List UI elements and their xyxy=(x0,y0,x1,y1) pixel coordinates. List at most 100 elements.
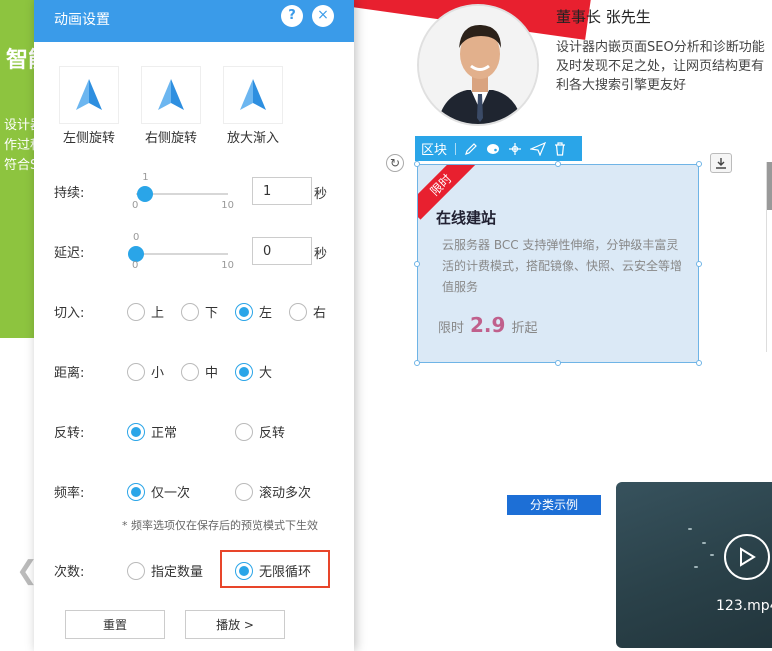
radio-circle xyxy=(181,362,199,381)
radio-label: 仅一次 xyxy=(151,486,191,501)
resize-handle[interactable] xyxy=(414,261,420,267)
radio-circle xyxy=(181,302,199,321)
duration-slider[interactable]: 1 0 10 xyxy=(132,172,234,216)
resize-handle[interactable] xyxy=(555,161,561,167)
effect-rotate-left[interactable]: 左侧旋转 xyxy=(54,66,124,146)
radio-label: 滚动多次 xyxy=(259,486,312,501)
adjacent-card-edge xyxy=(766,162,772,352)
video-filename: 123.mp4 xyxy=(716,598,772,614)
slider-min: 0 xyxy=(132,260,139,271)
panel-title: 动画设置 xyxy=(54,12,110,28)
radio-label: 下 xyxy=(205,306,219,321)
distance-option-small[interactable]: 小 xyxy=(127,362,164,381)
product-card[interactable]: 限时 在线建站 云服务器 BCC 支持弹性伸缩，分钟级丰富灵活的计费模式，搭配镜… xyxy=(417,164,699,363)
water-speck xyxy=(710,554,714,556)
banner-text: 设计器 作过程 符合S xyxy=(4,116,36,176)
effect-zoom-fade-in[interactable]: 放大渐入 xyxy=(218,66,288,146)
radio-label: 正常 xyxy=(151,426,178,441)
frequency-option-multiple[interactable]: 滚动多次 xyxy=(235,482,311,501)
duration-unit: 秒 xyxy=(314,187,328,202)
rotate-icon[interactable]: ↻ xyxy=(386,154,404,172)
palette-icon[interactable] xyxy=(486,142,500,156)
duration-input[interactable] xyxy=(252,177,312,205)
ceo-title: 董事长 张先生 xyxy=(556,8,651,26)
slider-track xyxy=(136,253,228,255)
green-banner: 智能 设计器 作过程 符合S xyxy=(0,0,36,338)
entry-option-left[interactable]: 左 xyxy=(235,302,272,321)
category-example-button[interactable]: 分类示例 xyxy=(507,495,601,515)
resize-handle[interactable] xyxy=(696,261,702,267)
reverse-label: 反转: xyxy=(54,426,85,441)
water-speck xyxy=(694,566,698,568)
entry-option-bottom[interactable]: 下 xyxy=(181,302,218,321)
entry-option-top[interactable]: 上 xyxy=(127,302,164,321)
delay-input[interactable] xyxy=(252,237,312,265)
panel-header: 动画设置 ? × xyxy=(34,0,354,42)
radio-circle xyxy=(235,482,253,501)
radio-circle xyxy=(127,362,145,381)
reverse-option-normal[interactable]: 正常 xyxy=(127,422,177,441)
price-prefix: 限时 xyxy=(438,321,465,336)
count-label: 次数: xyxy=(54,565,85,580)
trash-icon[interactable] xyxy=(554,141,566,156)
radio-circle xyxy=(127,482,145,501)
reset-button[interactable]: 重置 xyxy=(65,610,165,639)
canvas: 智能 设计器 作过程 符合S ❮ 董事长 张先生 设计器内嵌页面SEO分析和诊断… xyxy=(0,0,772,651)
water-speck xyxy=(688,528,692,530)
entry-option-right[interactable]: 右 xyxy=(289,302,326,321)
edit-icon[interactable] xyxy=(464,142,478,156)
resize-handle[interactable] xyxy=(696,161,702,167)
distance-option-large[interactable]: 大 xyxy=(235,362,272,381)
radio-label: 中 xyxy=(205,366,219,381)
help-icon[interactable]: ? xyxy=(281,5,303,27)
card-title: 在线建站 xyxy=(436,209,497,227)
radio-circle xyxy=(235,302,253,321)
frequency-label: 频率: xyxy=(54,486,85,501)
distance-option-medium[interactable]: 中 xyxy=(181,362,218,381)
slider-max: 10 xyxy=(221,200,234,211)
resize-handle[interactable] xyxy=(696,360,702,366)
delay-label: 延迟: xyxy=(54,246,85,261)
play-icon[interactable] xyxy=(724,534,770,580)
effect-rotate-right[interactable]: 右侧旋转 xyxy=(136,66,206,146)
block-label: 区块 xyxy=(421,143,448,158)
price-suffix: 折起 xyxy=(511,321,538,336)
move-icon[interactable] xyxy=(508,142,522,156)
download-icon[interactable] xyxy=(710,153,732,173)
frequency-option-once[interactable]: 仅一次 xyxy=(127,482,190,501)
resize-handle[interactable] xyxy=(414,360,420,366)
radio-label: 大 xyxy=(259,366,273,381)
animation-settings-panel: 动画设置 ? × 左侧旋转 右侧旋转 放大渐入 持续: 1 0 10 1 秒 延… xyxy=(34,0,354,651)
effect-label: 放大渐入 xyxy=(226,131,279,146)
paper-plane-icon xyxy=(141,66,201,124)
delay-slider[interactable]: 0 0 10 xyxy=(128,232,234,276)
slider-thumb[interactable] xyxy=(137,186,154,202)
radio-label: 反转 xyxy=(259,426,286,441)
radio-label: 小 xyxy=(151,366,165,381)
radio-label: 指定数量 xyxy=(151,565,204,580)
entry-label: 切入: xyxy=(54,306,85,321)
effect-list: 左侧旋转 右侧旋转 放大渐入 xyxy=(54,66,288,146)
reverse-option-reverse[interactable]: 反转 xyxy=(235,422,285,441)
count-option-fixed[interactable]: 指定数量 xyxy=(127,561,203,580)
scrollbar-thumb[interactable] xyxy=(767,162,772,210)
paper-plane-icon xyxy=(59,66,119,124)
slider-current-value: 1 xyxy=(142,172,149,183)
play-button[interactable]: 播放 > xyxy=(185,610,285,639)
close-icon[interactable]: × xyxy=(312,5,334,27)
resize-handle[interactable] xyxy=(414,161,420,167)
video-thumbnail[interactable]: 123.mp4 xyxy=(616,482,772,648)
card-description: 云服务器 BCC 支持弹性伸缩，分钟级丰富灵活的计费模式，搭配镜像、快照、云安全… xyxy=(442,238,683,294)
ceo-description: 设计器内嵌页面SEO分析和诊断功能及时发现不足之处，让网页结构更有利各大搜索引擎… xyxy=(556,40,765,93)
animation-icon[interactable] xyxy=(530,141,547,156)
ceo-avatar xyxy=(417,4,539,126)
radio-circle xyxy=(127,422,145,441)
slider-min: 0 xyxy=(132,200,139,211)
radio-circle xyxy=(289,302,307,321)
resize-handle[interactable] xyxy=(555,360,561,366)
radio-label: 上 xyxy=(151,306,165,321)
duration-label: 持续: xyxy=(54,186,85,201)
radio-circle xyxy=(127,561,145,580)
card-price: 限时 2.9 折起 xyxy=(438,313,537,337)
delay-unit: 秒 xyxy=(314,247,328,262)
